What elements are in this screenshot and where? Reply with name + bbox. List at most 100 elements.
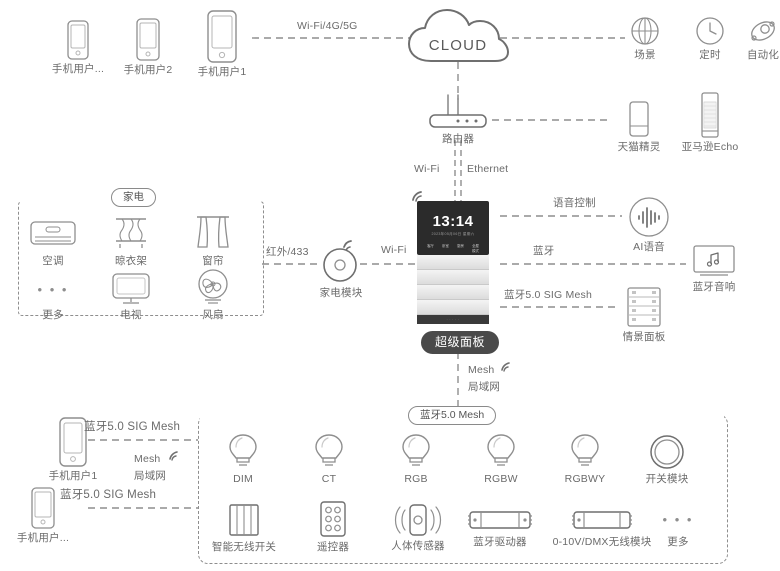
link-label-mesh-lan-b1: Mesh (134, 453, 161, 465)
phone-label: 手机用户... (51, 63, 105, 75)
appliance-fan[interactable]: 风扇 (182, 268, 244, 322)
device-label: 情景面板 (622, 331, 666, 343)
mesh-device-label: CT (321, 473, 337, 485)
phone-label: 手机用户1 (197, 66, 247, 78)
mesh-device-wireless-switch[interactable]: 智能无线开关 (209, 502, 279, 554)
appliance-module-icon (323, 240, 357, 282)
link-label-mesh-lan-b2: 局域网 (134, 470, 167, 482)
panel-switch-rows[interactable] (417, 255, 489, 315)
motion-sensor-icon (394, 504, 442, 536)
phone-label: 手机用户1 (48, 470, 98, 482)
super-panel-device[interactable]: 13:14 2023年05月06日 星期六 客厅 卧室 厨房 全屋模式 · · … (412, 191, 489, 324)
appliance-label: 窗帘 (202, 255, 224, 267)
appliance-tv[interactable]: 电视 (100, 272, 162, 322)
bulb-icon (229, 434, 257, 466)
globe-icon (631, 17, 659, 45)
link-label-voice-control: 语音控制 (553, 197, 596, 209)
mesh-device-dmx-module[interactable]: 0-10V/DMX无线模块 (548, 507, 656, 549)
clothes-rack-icon (116, 218, 146, 248)
svg-text:CLOUD: CLOUD (429, 37, 488, 54)
panel-btn-3[interactable]: 全屋模式 (472, 244, 480, 254)
appliance-clothes-rack[interactable]: 晾衣架 (100, 214, 162, 268)
mesh-device-rgbw[interactable]: RGBW (473, 432, 529, 486)
tv-icon (112, 273, 150, 304)
router-node[interactable]: 路由器 (418, 92, 498, 146)
service-timer[interactable]: 定时 (691, 16, 729, 62)
mesh-device-label: RGBW (484, 473, 518, 485)
link-label-mesh-lan-1: Mesh (468, 364, 495, 376)
more-dots-icon: • • • (662, 511, 694, 527)
switch-module-icon (650, 435, 684, 469)
mesh-group-title: 蓝牙5.0 Mesh (408, 406, 497, 426)
device-ai-voice[interactable]: AI语音 (624, 196, 674, 254)
panel-date: 2023年05月06日 星期六 (431, 232, 475, 236)
device-tmall-genie[interactable]: 天猫精灵 (612, 100, 666, 154)
panel-screen[interactable]: 13:14 2023年05月06日 星期六 客厅 卧室 厨房 全屋模式 (417, 201, 489, 255)
fan-icon (198, 269, 228, 304)
phone-user-2[interactable]: 手机用户2 (118, 18, 178, 77)
mesh-device-label: 蓝牙驱动器 (473, 536, 527, 548)
mesh-device-label: 0-10V/DMX无线模块 (552, 536, 652, 548)
architecture-diagram: 手机用户... 手机用户2 手机用户1 Wi-Fi/4G/5G CLOUD 场景… (0, 0, 780, 571)
appliance-more[interactable]: • • • 更多 (22, 272, 84, 322)
appliance-air-conditioner[interactable]: 空调 (22, 218, 84, 268)
dmx-module-icon (572, 511, 632, 529)
device-label: 蓝牙音响 (692, 281, 736, 293)
mesh-device-label: 智能无线开关 (211, 541, 277, 553)
service-scene[interactable]: 场景 (626, 16, 664, 62)
device-label: AI语音 (633, 241, 665, 253)
panel-row-4[interactable] (417, 300, 489, 315)
router-label: 路由器 (441, 133, 475, 145)
mesh-device-label: 遥控器 (316, 541, 350, 553)
panel-time: 13:14 (432, 213, 474, 230)
appliance-label: 风扇 (202, 309, 224, 321)
mesh-device-dim[interactable]: DIM (215, 432, 271, 486)
appliances-group-title: 家电 (111, 188, 156, 208)
link-label-ethernet: Ethernet (467, 163, 509, 175)
mesh-signal-icon (501, 362, 510, 372)
link-label-mesh-lan-2: 局域网 (468, 381, 501, 393)
panel-btn-0[interactable]: 客厅 (427, 244, 435, 254)
panel-row-3[interactable] (417, 285, 489, 300)
link-label-wifi: Wi-Fi (414, 163, 440, 175)
mesh-device-bluetooth-driver[interactable]: 蓝牙驱动器 (464, 507, 536, 549)
mesh-device-motion-sensor[interactable]: 人体传感器 (385, 503, 451, 553)
panel-btn-2[interactable]: 厨房 (457, 244, 465, 254)
appliance-module-node[interactable]: 家电模块 (316, 238, 366, 300)
mesh-device-ct[interactable]: CT (301, 432, 357, 486)
panel-quick-buttons[interactable]: 客厅 卧室 厨房 全屋模式 (427, 244, 480, 254)
service-label: 场景 (634, 49, 656, 61)
mesh-device-remote[interactable]: 遥控器 (303, 500, 363, 554)
scene-panel-icon (627, 287, 661, 327)
service-label: 自动化 (746, 49, 780, 61)
device-label: 亚马逊Echo (681, 141, 739, 153)
phone-label: 手机用户2 (123, 64, 173, 76)
mesh-device-rgb[interactable]: RGB (388, 432, 444, 486)
service-automation[interactable]: 自动化 (742, 16, 780, 62)
service-label: 定时 (699, 49, 721, 61)
phone-icon (207, 10, 237, 63)
mesh-device-rgbwy[interactable]: RGBWY (557, 432, 613, 486)
device-scene-panel[interactable]: 情景面板 (616, 286, 672, 344)
appliance-curtain[interactable]: 窗帘 (182, 214, 244, 268)
phone-user-1[interactable]: 手机用户1 (190, 10, 254, 79)
super-panel-badge: 超级面板 (421, 331, 500, 354)
bulb-icon (315, 434, 343, 466)
panel-footer: · · · · · (417, 315, 489, 324)
mesh-device-label: DIM (233, 473, 253, 485)
mesh-device-switch-module[interactable]: 开关模块 (636, 434, 698, 486)
panel-row-1[interactable] (417, 255, 489, 270)
module-label: 家电模块 (319, 287, 363, 299)
panel-row-2[interactable] (417, 270, 489, 285)
phone-label: 手机用户... (16, 532, 70, 544)
mesh-device-label: 开关模块 (645, 473, 689, 485)
device-amazon-echo[interactable]: 亚马逊Echo (676, 92, 744, 154)
panel-btn-1[interactable]: 卧室 (442, 244, 450, 254)
bluetooth-driver-icon (468, 511, 532, 529)
phone-user-3[interactable]: 手机用户... (48, 20, 108, 76)
link-label-ble-mesh-right: 蓝牙5.0 SIG Mesh (504, 289, 592, 301)
mesh-device-more[interactable]: • • • 更多 (650, 505, 706, 549)
device-bluetooth-speaker[interactable]: 蓝牙音响 (684, 244, 744, 294)
bulb-icon (402, 434, 430, 466)
bluetooth-speaker-icon (693, 245, 735, 276)
